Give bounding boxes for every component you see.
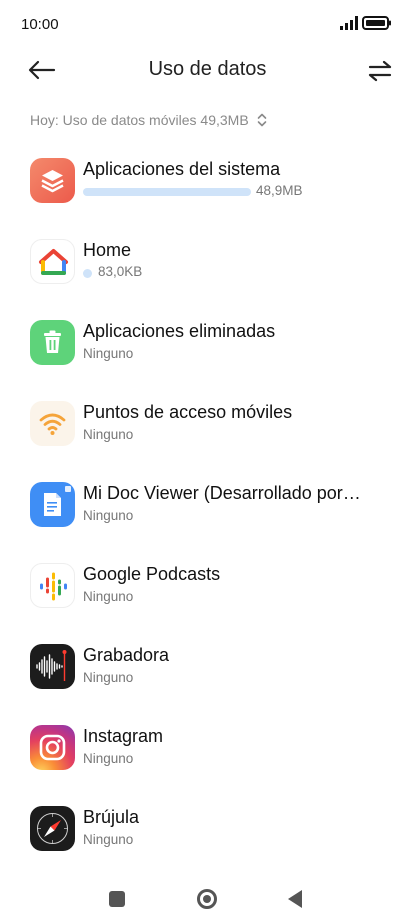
app-list: Aplicaciones del sistema 48,9MB Home 83,… — [0, 143, 415, 872]
podcasts-icon — [30, 563, 75, 608]
trash-icon — [30, 320, 75, 365]
list-item-instagram[interactable]: Instagram Ninguno — [0, 710, 415, 791]
swap-arrows-icon[interactable] — [366, 59, 394, 83]
app-name: Aplicaciones eliminadas — [83, 321, 276, 341]
app-name: Aplicaciones del sistema — [83, 159, 281, 179]
battery-icon — [362, 16, 391, 30]
back-triangle-icon[interactable] — [288, 890, 302, 908]
list-item-puntos-de-acceso[interactable]: Puntos de acceso móviles Ninguno — [0, 386, 415, 467]
navigation-bar — [0, 876, 415, 924]
status-bar: 10:00 — [0, 0, 415, 50]
filter-label: Hoy: Uso de datos móviles 49,3MB — [30, 112, 249, 128]
status-time: 10:00 — [21, 16, 59, 33]
app-status: Ninguno — [83, 589, 134, 604]
list-item-brujula[interactable]: Brújula Ninguno — [0, 791, 415, 872]
app-status: Ninguno — [83, 670, 134, 685]
app-name: Instagram — [83, 726, 164, 746]
recents-square-icon[interactable] — [109, 891, 125, 907]
list-item-home[interactable]: Home 83,0KB — [0, 224, 415, 305]
app-bar: Uso de datos — [0, 50, 415, 92]
waveform-icon — [30, 644, 75, 689]
list-item-mi-doc-viewer[interactable]: Mi Doc Viewer (Desarrollado por… Ninguno — [0, 467, 415, 548]
usage-bar-fill — [83, 188, 251, 196]
list-item-aplicaciones-del-sistema[interactable]: Aplicaciones del sistema 48,9MB — [0, 143, 415, 224]
app-name: Grabadora — [83, 645, 170, 665]
home-circle-icon[interactable] — [197, 889, 217, 909]
app-status: Ninguno — [83, 346, 134, 361]
instagram-icon — [30, 725, 75, 770]
app-status: Ninguno — [83, 427, 134, 442]
list-item-google-podcasts[interactable]: Google Podcasts Ninguno — [0, 548, 415, 629]
document-icon — [30, 482, 75, 527]
compass-icon — [30, 806, 75, 851]
app-status: Ninguno — [83, 832, 134, 847]
usage-value: 83,0KB — [98, 264, 143, 279]
list-item-aplicaciones-eliminadas[interactable]: Aplicaciones eliminadas Ninguno — [0, 305, 415, 386]
app-name: Brújula — [83, 807, 140, 827]
layers-icon — [30, 158, 75, 203]
google-home-icon — [30, 239, 75, 284]
page-title: Uso de datos — [148, 58, 267, 80]
app-status: Ninguno — [83, 751, 134, 766]
app-name: Puntos de acceso móviles — [83, 402, 293, 422]
app-name: Home — [83, 240, 132, 260]
wifi-hotspot-icon — [30, 401, 75, 446]
data-usage-filter[interactable]: Hoy: Uso de datos móviles 49,3MB — [30, 110, 267, 130]
usage-dot — [83, 269, 92, 278]
usage-value: 48,9MB — [256, 183, 303, 198]
app-status: Ninguno — [83, 508, 134, 523]
chevron-up-down-icon — [257, 113, 266, 127]
signal-icon — [340, 16, 358, 30]
app-name: Mi Doc Viewer (Desarrollado por… — [83, 483, 361, 503]
app-name: Google Podcasts — [83, 564, 221, 584]
list-item-grabadora[interactable]: Grabadora Ninguno — [0, 629, 415, 710]
usage-bar — [83, 188, 251, 196]
